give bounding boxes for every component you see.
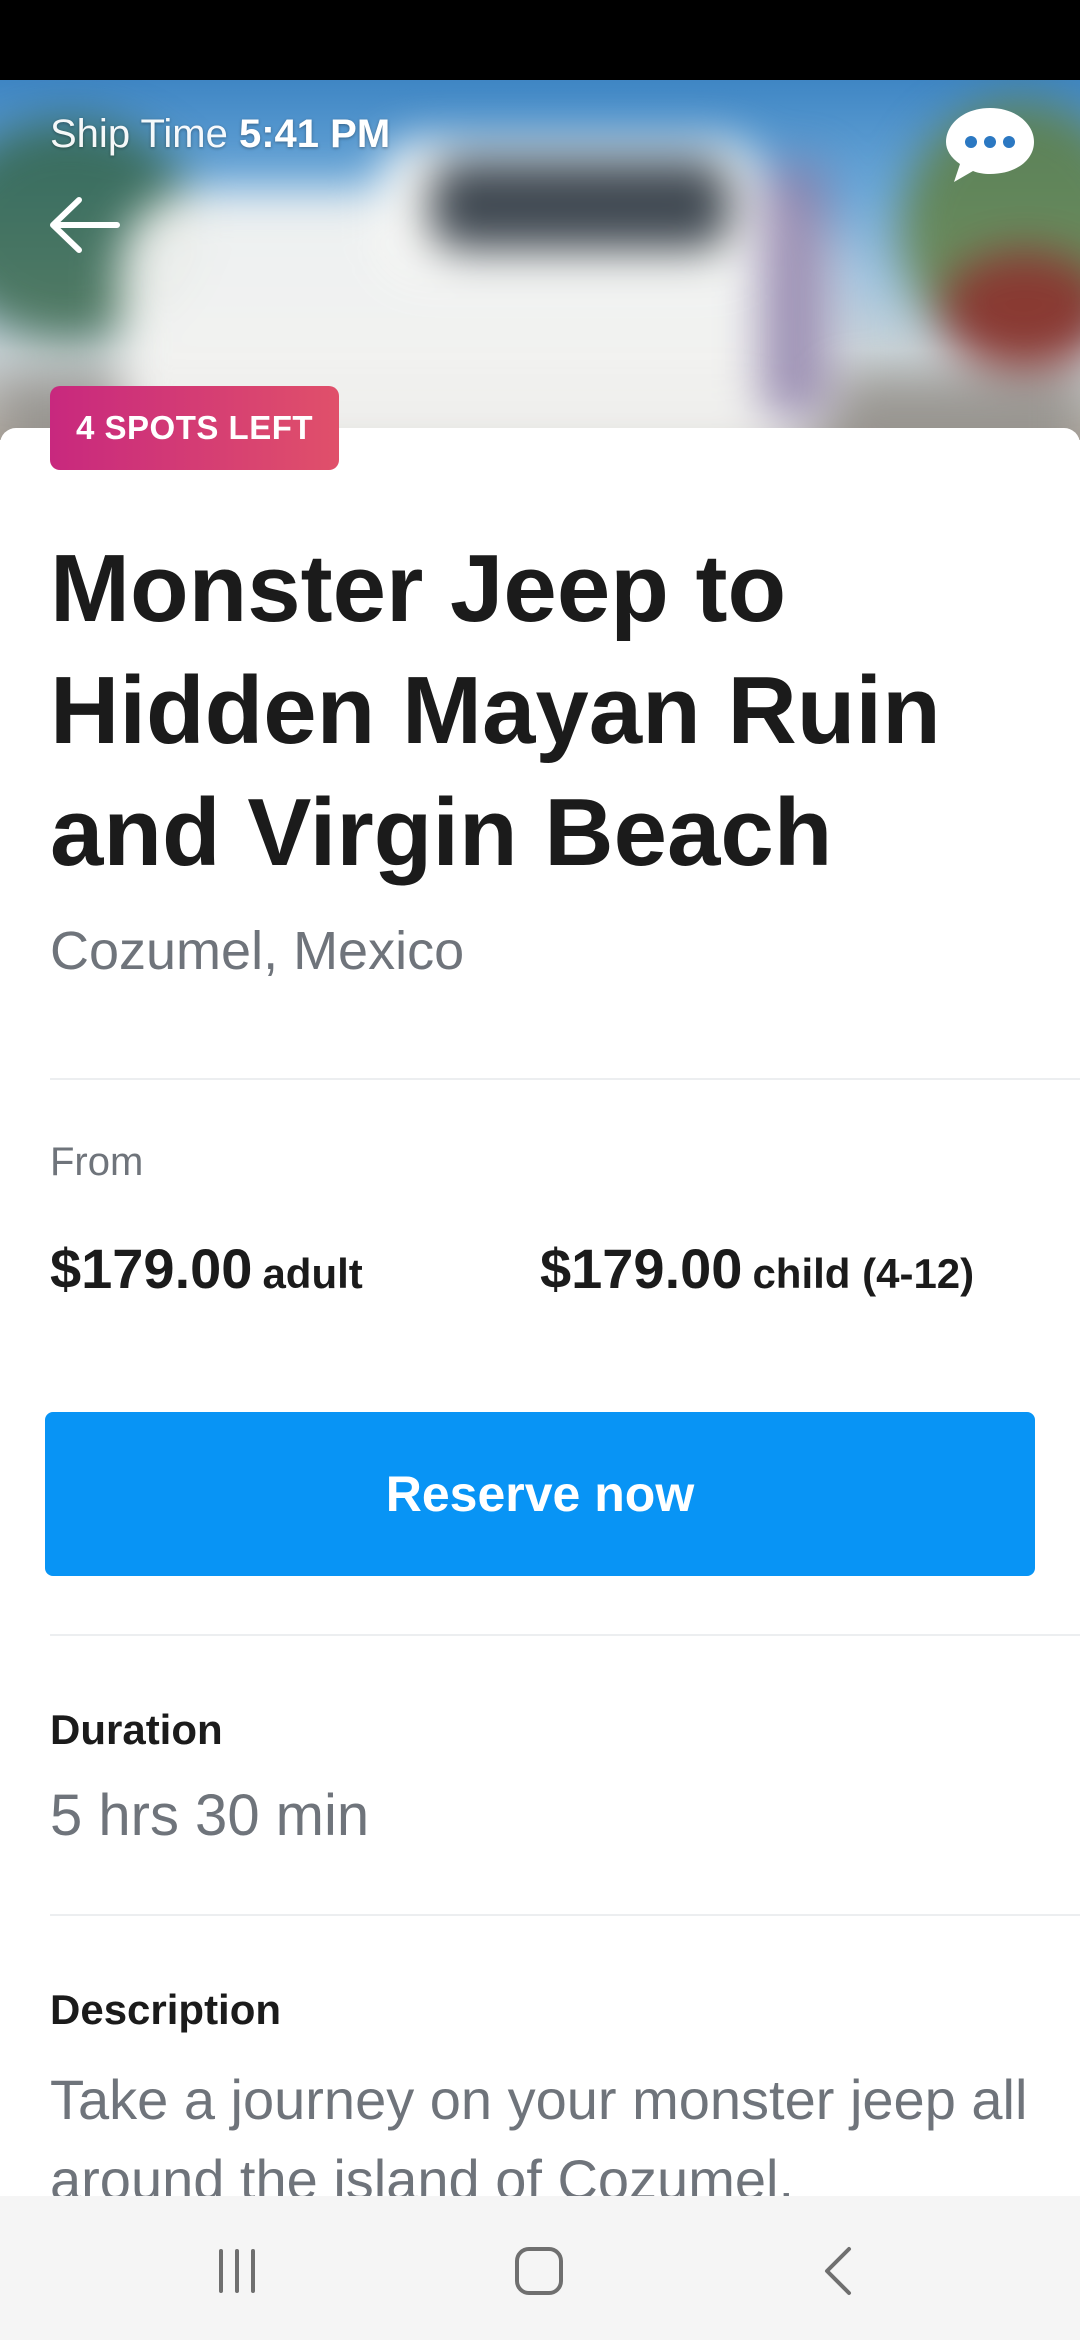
child-price-unit: child (4-12): [752, 1250, 975, 1297]
tour-location: Cozumel, Mexico: [50, 921, 465, 981]
child-price-amount: $179.00: [540, 1237, 743, 1300]
description-text: Take a journey on your monster jeep all …: [50, 2068, 1028, 2200]
ship-time-label: Ship Time: [50, 112, 228, 156]
adult-price: $179.00 adult: [50, 1236, 363, 1301]
adult-price-unit: adult: [262, 1250, 363, 1297]
description-label: Description: [50, 1986, 282, 2033]
tour-title: Monster Jeep to Hidden Mayan Ruin and Vi…: [50, 535, 941, 886]
home-icon: [515, 2247, 563, 2295]
ship-time: Ship Time 5:41 PM: [50, 112, 390, 157]
adult-price-amount: $179.00: [50, 1237, 253, 1300]
duration-label: Duration: [50, 1706, 223, 1753]
chat-button[interactable]: [940, 100, 1040, 190]
back-button[interactable]: [40, 185, 130, 265]
duration-value: 5 hrs 30 min: [50, 1783, 370, 1848]
divider: [50, 1914, 1080, 1916]
child-price: $179.00 child (4-12): [540, 1236, 974, 1301]
system-back-button[interactable]: [796, 2236, 886, 2306]
divider: [50, 1634, 1080, 1636]
home-button[interactable]: [494, 2236, 584, 2306]
reserve-now-button[interactable]: Reserve now: [45, 1412, 1035, 1576]
divider: [50, 1078, 1080, 1080]
price-from-label: From: [50, 1140, 144, 1184]
ship-time-value: 5:41 PM: [238, 112, 391, 156]
recents-icon: [219, 2249, 255, 2293]
recents-button[interactable]: [192, 2236, 282, 2306]
back-chevron-icon: [825, 2247, 851, 2295]
spots-left-badge: 4 SPOTS LEFT: [50, 386, 340, 470]
status-bar: [0, 0, 1080, 80]
arrow-left-icon: [50, 197, 120, 253]
chat-bubble-icon: [946, 108, 1034, 182]
